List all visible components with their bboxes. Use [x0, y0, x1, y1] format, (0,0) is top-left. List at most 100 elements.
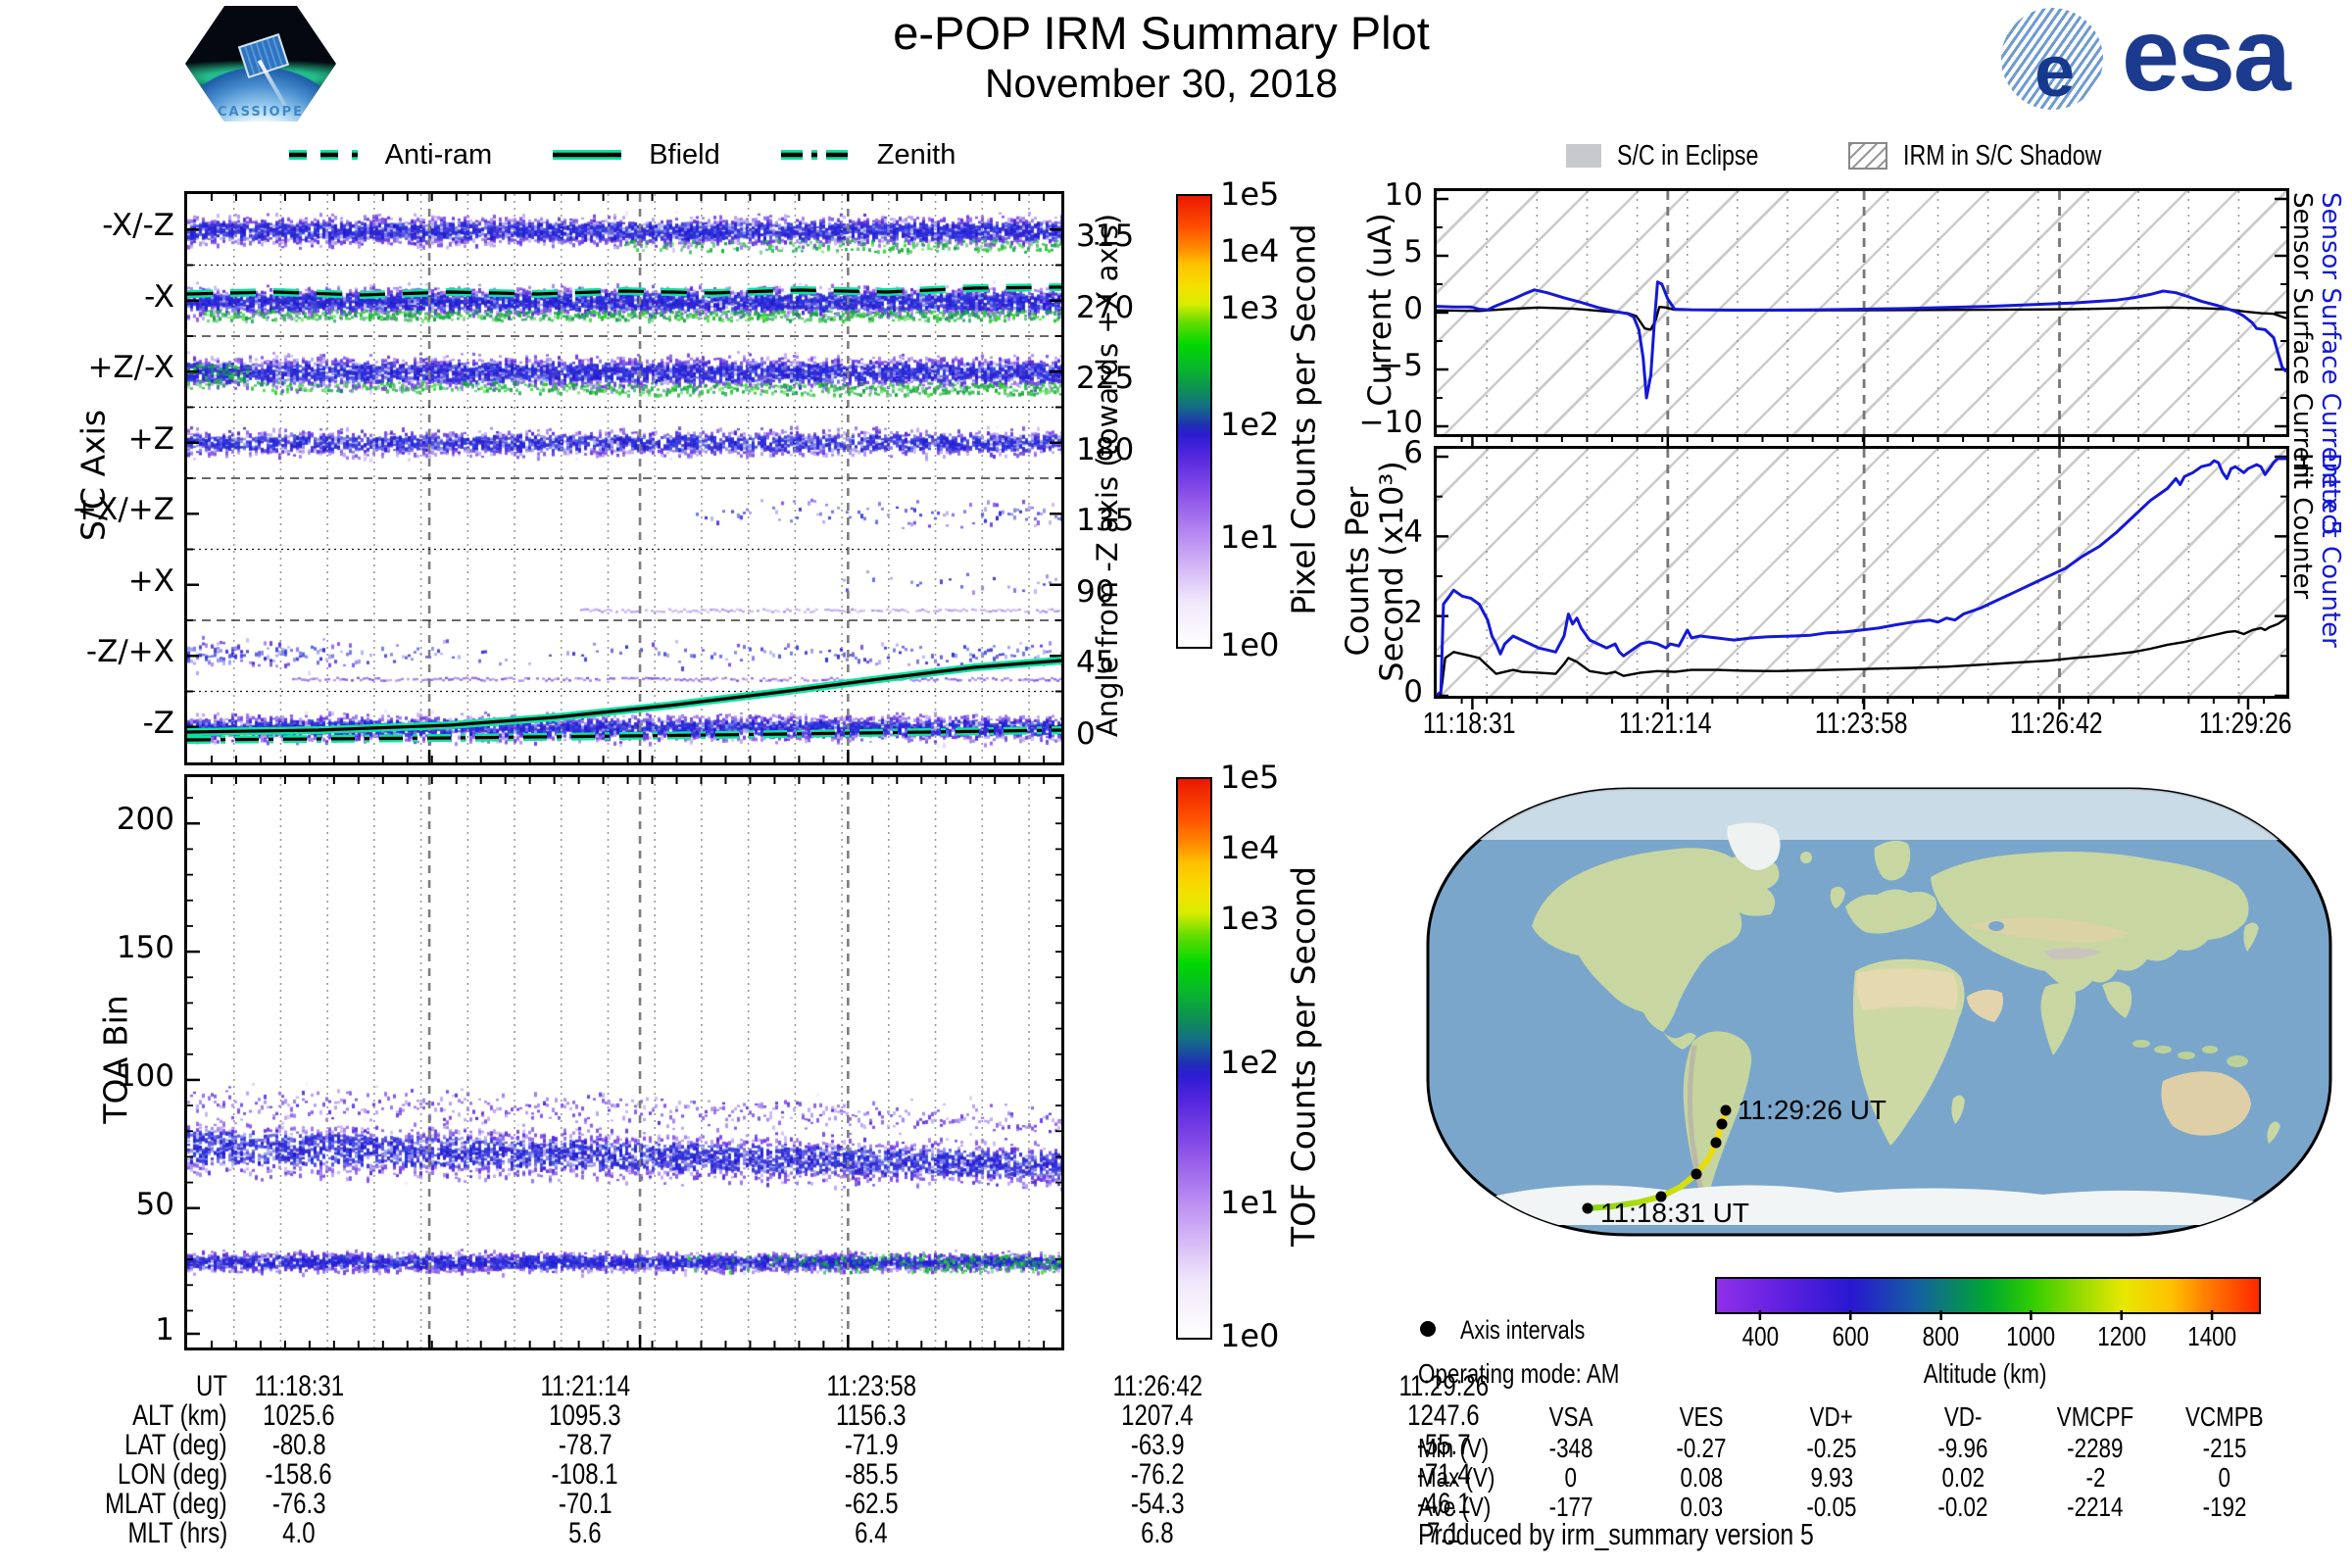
- eph-cell: 1156.3: [836, 1399, 906, 1432]
- current-ytick--5: −5: [1378, 348, 1423, 383]
- eph-cell: 4.0: [282, 1517, 316, 1549]
- current-plot-overlay: [1436, 191, 2288, 448]
- page-title: e-POP IRM Summary Plot: [893, 7, 1430, 59]
- tof-cb-tick-1e2: 1e2: [1220, 1043, 1280, 1081]
- zenith-line-icon: [780, 150, 850, 160]
- eph-cell: 11:23:58: [826, 1370, 916, 1402]
- sc-axis-tick--Z: -Z: [142, 705, 174, 741]
- shadow-hatch-swatch-icon: [1848, 142, 1888, 170]
- vt-cell: 9.93: [1810, 1462, 1853, 1493]
- eph-cell: 6.8: [1141, 1517, 1174, 1549]
- produced-by-footer: Produced by irm_summary version 5: [1418, 1517, 1814, 1551]
- cassiope-mission-badge: CASSIOPE: [181, 2, 340, 125]
- ground-track-map: 11:29:26 UT 11:18:31 UT: [1426, 787, 2332, 1237]
- sc-axis-tick-+Z: +Z: [127, 420, 174, 457]
- toa-spectrogram-overlay: [187, 777, 1061, 1348]
- eclipse-legend-label: S/C in Eclipse: [1616, 139, 1759, 172]
- eph-cell: -63.9: [1130, 1429, 1185, 1461]
- vt-col-VD+: VD+: [1809, 1401, 1854, 1432]
- vt-col-VSA: VSA: [1548, 1401, 1593, 1432]
- antiram-line-icon: [288, 150, 358, 160]
- pixel-cb-tick-1e4: 1e4: [1220, 232, 1280, 270]
- eph-cell: 11:21:14: [540, 1370, 630, 1402]
- eph-cell: -158.6: [265, 1458, 333, 1491]
- operating-mode-label: Operating mode: AM: [1418, 1358, 1620, 1389]
- esa-globe-icon: e: [2001, 8, 2103, 110]
- vt-cell: -2214: [2067, 1492, 2124, 1522]
- eph-cell: -70.1: [558, 1488, 612, 1520]
- pixel-colorbar: [1176, 194, 1212, 649]
- cassiope-badge-art: CASSIOPE: [185, 6, 336, 122]
- tof-colorbar-label: TOF Counts per Second: [1284, 865, 1323, 1248]
- current-ytick-10: 10: [1384, 177, 1423, 213]
- sc-spectrogram-overlay: [186, 194, 1062, 762]
- eph-cell: -78.7: [558, 1429, 612, 1461]
- toa-tick-100: 100: [116, 1057, 174, 1094]
- vt-cell: -348: [1548, 1433, 1593, 1463]
- cassiope-badge-label: CASSIOPE: [217, 105, 305, 120]
- toa-tick-50: 50: [135, 1186, 174, 1222]
- tof-cb-tick-1e3: 1e3: [1220, 899, 1280, 937]
- shadow-legend-label: IRM in S/C Shadow: [1903, 139, 2102, 172]
- detect-counter-label: Detect Counter: [2316, 453, 2345, 648]
- vt-cell: -2289: [2067, 1433, 2124, 1463]
- sc-axis-tick--X/-Z: -X/-Z: [102, 208, 174, 244]
- eph-cell: -80.8: [271, 1429, 326, 1461]
- toa-tick-1: 1: [155, 1312, 174, 1348]
- eclipse-legend: S/C in Eclipse IRM in S/C Shadow: [1434, 139, 2283, 172]
- counts-ylabel-line2: Second (x10³): [1373, 461, 1410, 682]
- pixel-cb-tick-1e3: 1e3: [1220, 288, 1280, 326]
- pixel-cb-tick-1e0: 1e0: [1220, 626, 1280, 663]
- toa-tick-200: 200: [116, 802, 174, 838]
- eph-cell: 11:26:42: [1112, 1370, 1202, 1402]
- eph-cell: -85.5: [844, 1458, 899, 1491]
- counts-ytick-6: 6: [1403, 435, 1423, 470]
- counts-ytick-2: 2: [1403, 594, 1423, 630]
- vt-cell: 0.02: [1941, 1462, 1984, 1493]
- eph-cell: 1207.4: [1121, 1399, 1194, 1432]
- page-date: November 30, 2018: [984, 61, 1339, 106]
- vt-cell: 0: [2218, 1462, 2231, 1493]
- tof-colorbar: [1176, 777, 1212, 1340]
- eph-cell: 5.6: [568, 1517, 602, 1549]
- altitude-colorbar: [1715, 1277, 2261, 1314]
- sc-axis-tick-+Z/-X: +Z/-X: [87, 350, 174, 386]
- toa-spectrogram: [184, 774, 1064, 1350]
- pixel-cb-tick-1e2: 1e2: [1220, 405, 1280, 443]
- eph-cell: -76.3: [271, 1488, 326, 1520]
- alt-tick-1400: 1400: [2187, 1321, 2237, 1351]
- vt-cell: -192: [2202, 1492, 2247, 1522]
- attitude-legend: Anti-ram Bfield Zenith: [184, 137, 1058, 172]
- tof-cb-tick-1e5: 1e5: [1220, 759, 1280, 796]
- eph-cell: -54.3: [1130, 1488, 1185, 1520]
- angle-axis-label: Angle from -Z axis (towards +X axis): [1091, 213, 1124, 738]
- bfield-line-icon: [553, 150, 622, 160]
- pixel-cb-tick-1e5: 1e5: [1220, 175, 1280, 213]
- counts-ytick-4: 4: [1403, 514, 1423, 551]
- sc-axis-tick-+X/+Z: +X/+Z: [72, 492, 174, 528]
- track-start-label: 11:18:31 UT: [1600, 1198, 1749, 1228]
- esa-globe-letter: e: [2034, 30, 2076, 110]
- eph-cell: 6.4: [855, 1517, 888, 1549]
- tof-cb-tick-1e0: 1e0: [1220, 1317, 1280, 1354]
- bfield-legend-label: Bfield: [649, 138, 720, 171]
- hit-counter-label: Hit Counter: [2287, 453, 2317, 600]
- toa-tick-150: 150: [116, 930, 174, 966]
- epop-irm-summary-page: CASSIOPE e-POP IRM Summary Plot November…: [0, 0, 2352, 1568]
- current-ytick-0: 0: [1403, 291, 1423, 326]
- eph-cell: -62.5: [844, 1488, 899, 1520]
- sc-axis-tick--X: -X: [144, 278, 174, 315]
- current-plot: [1434, 188, 2289, 448]
- vt-col-VCMPB: VCMPB: [2185, 1401, 2264, 1432]
- vt-col-VMCPF: VMCPF: [2056, 1401, 2134, 1432]
- zenith-legend-label: Zenith: [876, 138, 956, 171]
- time-tick-11:29:26: 11:29:26: [2198, 706, 2292, 740]
- eclipse-swatch-icon: [1565, 144, 1601, 168]
- sc-axis-spectrogram: [184, 191, 1064, 765]
- eph-cell: -76.2: [1130, 1458, 1185, 1491]
- counts-plot: [1434, 446, 2289, 710]
- esa-wordmark: esa: [2122, 0, 2291, 113]
- vt-cell: 0: [1564, 1462, 1578, 1493]
- counts-ytick-0: 0: [1403, 674, 1423, 710]
- sc-axis-tick-+X: +X: [127, 563, 174, 599]
